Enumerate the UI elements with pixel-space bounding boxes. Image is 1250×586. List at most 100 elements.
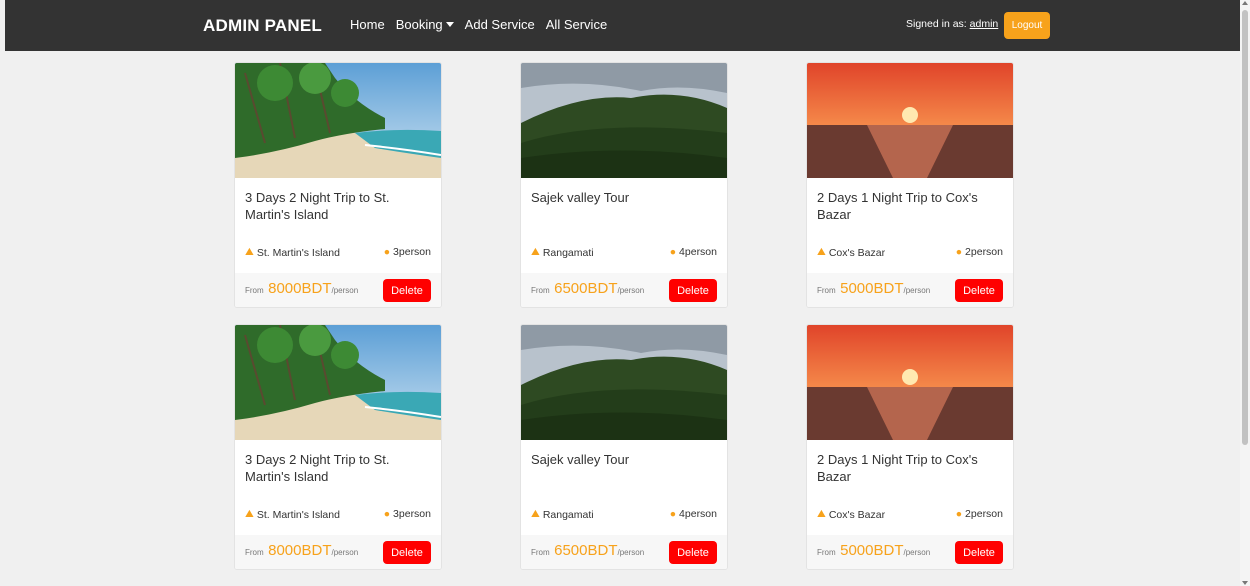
service-card: Sajek valley Tour ⛰ Rangamati ● 4person Fr…: [520, 62, 728, 308]
service-card: 2 Days 1 Night Trip to Cox's Bazar ⛰ Cox'…: [806, 62, 1014, 308]
price-amount: 8000BDT: [268, 280, 332, 297]
card-persons-text: 2person: [965, 508, 1003, 520]
service-card: 2 Days 1 Night Trip to Cox's Bazar ⛰ Cox'…: [806, 324, 1014, 570]
navbar: ADMIN PANEL Home Booking Add Service All…: [5, 0, 1240, 51]
card-title: Sajek valley Tour: [531, 190, 630, 205]
card-image: [807, 325, 1013, 440]
price-unit: /person: [331, 548, 359, 557]
price-unit: /person: [903, 286, 931, 295]
nav-links: Home Booking Add Service All Service: [350, 17, 618, 32]
price-unit: /person: [617, 548, 645, 557]
card-persons-text: 2person: [965, 246, 1003, 258]
card-price: From 5000BDT/person: [817, 542, 930, 560]
card-footer: From 8000BDT/person Delete: [235, 273, 441, 307]
card-price: From 8000BDT/person: [245, 542, 358, 560]
card-title: 2 Days 1 Night Trip to Cox's Bazar: [817, 452, 978, 484]
map-location-icon: ⛰: [531, 508, 540, 520]
card-persons: ● 2person: [956, 246, 1003, 258]
scroll-up-icon[interactable]: [1242, 1, 1248, 5]
sunset-image: [807, 325, 1013, 440]
card-location: ⛰ Rangamati: [531, 508, 594, 521]
card-persons: ● 3person: [384, 246, 431, 258]
map-location-icon: ⛰: [245, 246, 254, 258]
delete-button[interactable]: Delete: [955, 279, 1003, 302]
nav-booking[interactable]: Booking: [396, 17, 454, 32]
scrollbar[interactable]: [1240, 0, 1250, 586]
card-location-text: St. Martin's Island: [256, 246, 340, 259]
card-image: [235, 63, 441, 178]
card-persons: ● 4person: [670, 508, 717, 520]
price-from: From: [531, 548, 550, 557]
card-persons: ● 2person: [956, 508, 1003, 520]
beach-image: [235, 325, 441, 440]
delete-button[interactable]: Delete: [383, 279, 431, 302]
price-unit: /person: [617, 286, 645, 295]
card-persons: ● 4person: [670, 246, 717, 258]
card-image: [807, 63, 1013, 178]
card-location: ⛰ Cox's Bazar: [817, 508, 885, 521]
nav-add-service[interactable]: Add Service: [465, 17, 535, 32]
price-unit: /person: [903, 548, 931, 557]
price-unit: /person: [331, 286, 359, 295]
person-icon: ●: [955, 508, 963, 520]
delete-button[interactable]: Delete: [669, 541, 717, 564]
person-icon: ●: [383, 246, 391, 258]
nav-all-service[interactable]: All Service: [546, 17, 607, 32]
card-image: [235, 325, 441, 440]
card-location-text: Cox's Bazar: [828, 246, 886, 259]
nav-booking-label: Booking: [395, 17, 443, 32]
card-title: 3 Days 2 Night Trip to St. Martin's Isla…: [245, 452, 390, 484]
valley-image: [521, 325, 727, 440]
valley-image: [521, 63, 727, 178]
scroll-down-icon[interactable]: [1242, 581, 1248, 585]
signed-in-label: Signed in as:: [906, 18, 967, 30]
price-from: From: [817, 548, 836, 557]
card-persons-text: 3person: [393, 508, 431, 520]
card-price: From 8000BDT/person: [245, 280, 358, 298]
card-image: [521, 325, 727, 440]
service-card: 3 Days 2 Night Trip to St. Martin's Isla…: [234, 324, 442, 570]
price-from: From: [817, 286, 836, 295]
card-persons-text: 3person: [393, 246, 431, 258]
nav-home[interactable]: Home: [350, 17, 385, 32]
delete-button[interactable]: Delete: [955, 541, 1003, 564]
price-amount: 6500BDT: [554, 542, 618, 559]
card-footer: From 5000BDT/person Delete: [807, 535, 1013, 569]
map-location-icon: ⛰: [817, 246, 826, 258]
scrollbar-thumb[interactable]: [1242, 10, 1248, 445]
beach-image: [235, 63, 441, 178]
card-location: ⛰ St. Martin's Island: [245, 508, 340, 521]
person-icon: ●: [669, 508, 677, 520]
brand[interactable]: ADMIN PANEL: [203, 16, 322, 36]
card-footer: From 6500BDT/person Delete: [521, 273, 727, 307]
delete-button[interactable]: Delete: [383, 541, 431, 564]
person-icon: ●: [955, 246, 963, 258]
card-title: Sajek valley Tour: [531, 452, 630, 467]
card-footer: From 6500BDT/person Delete: [521, 535, 727, 569]
person-icon: ●: [383, 508, 391, 520]
delete-button[interactable]: Delete: [669, 279, 717, 302]
card-price: From 6500BDT/person: [531, 280, 644, 298]
card-location: ⛰ Cox's Bazar: [817, 246, 885, 259]
price-amount: 8000BDT: [268, 542, 332, 559]
price-amount: 5000BDT: [840, 280, 904, 297]
card-location-text: St. Martin's Island: [256, 508, 340, 521]
card-price: From 5000BDT/person: [817, 280, 930, 298]
card-footer: From 5000BDT/person Delete: [807, 273, 1013, 307]
card-persons: ● 3person: [384, 508, 431, 520]
price-from: From: [531, 286, 550, 295]
card-footer: From 8000BDT/person Delete: [235, 535, 441, 569]
card-location: ⛰ Rangamati: [531, 246, 594, 259]
map-location-icon: ⛰: [245, 508, 254, 520]
card-image: [521, 63, 727, 178]
price-amount: 6500BDT: [554, 280, 618, 297]
person-icon: ●: [669, 246, 677, 258]
service-card: Sajek valley Tour ⛰ Rangamati ● 4person Fr…: [520, 324, 728, 570]
price-from: From: [245, 286, 264, 295]
card-price: From 6500BDT/person: [531, 542, 644, 560]
card-persons-text: 4person: [679, 246, 717, 258]
signed-in-user[interactable]: admin: [970, 18, 999, 30]
card-title: 2 Days 1 Night Trip to Cox's Bazar: [817, 190, 978, 222]
logout-button[interactable]: Logout: [1004, 12, 1050, 39]
map-location-icon: ⛰: [531, 246, 540, 258]
